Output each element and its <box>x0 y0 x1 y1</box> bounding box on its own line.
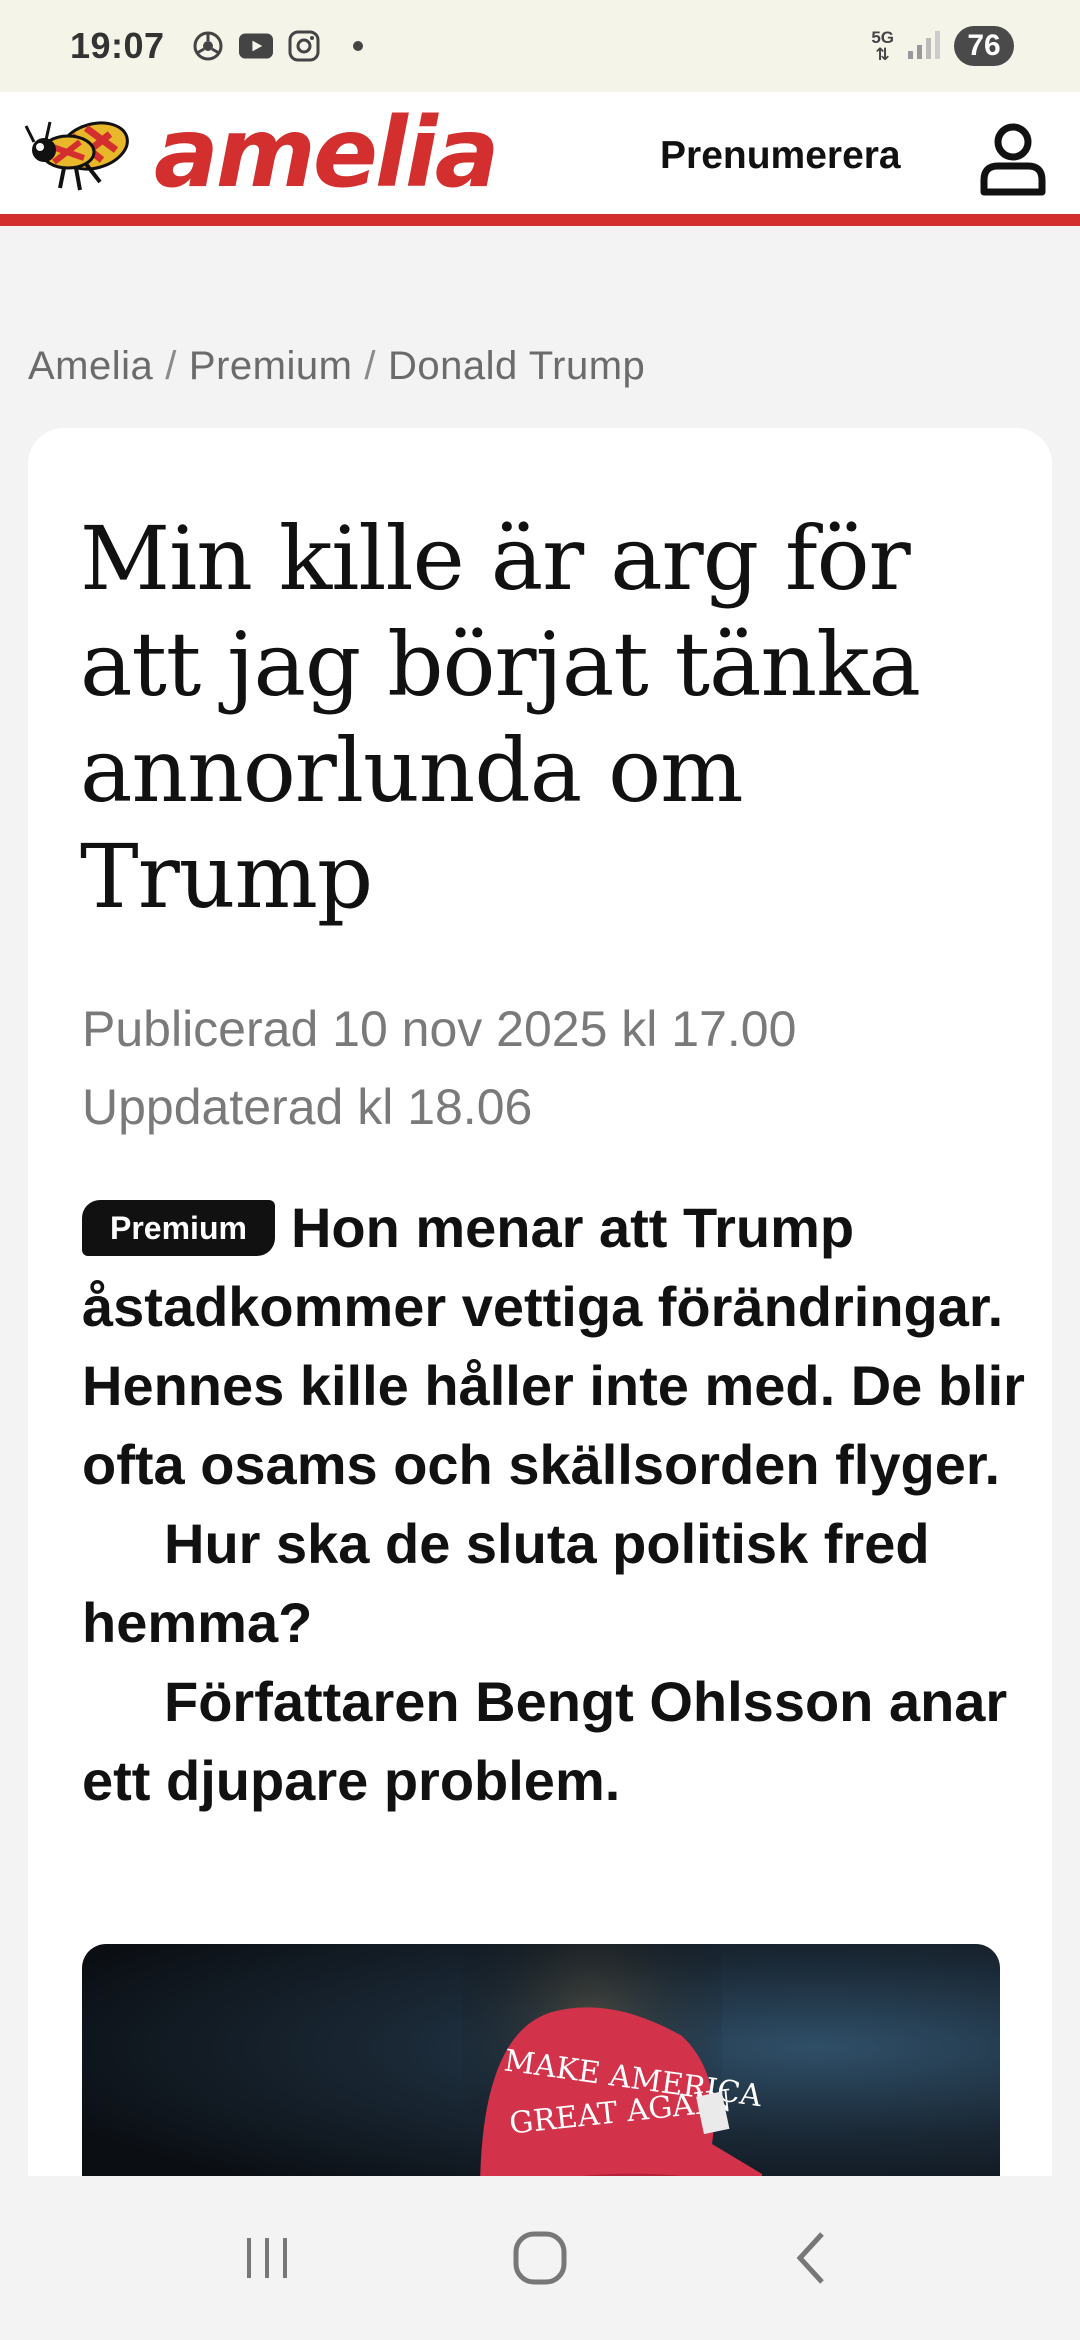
published-date: Publicerad 10 nov 2025 kl 17.00 <box>82 1001 797 1057</box>
home-icon[interactable] <box>500 2218 580 2298</box>
back-icon[interactable] <box>773 2218 853 2298</box>
network-indicator: 5G ⇅ <box>871 28 894 64</box>
battery-indicator: 76 <box>954 26 1014 66</box>
status-bar: 19:07 5G ⇅ 76 <box>0 0 1080 92</box>
subscribe-link[interactable]: Prenumerera <box>660 134 901 178</box>
hero-image[interactable]: MAKE AMERICA GREAT AGAIN <box>82 1944 1000 2188</box>
lead-paragraph: Författaren Bengt Ohlsson anar ett djupa… <box>82 1670 1008 1812</box>
amelia-logo[interactable]: amelia <box>24 105 500 202</box>
maga-cap-photo: MAKE AMERICA GREAT AGAIN <box>462 1944 764 2188</box>
logo-text: amelia <box>154 97 500 209</box>
premium-badge: Premium <box>82 1200 275 1256</box>
breadcrumb-separator: / <box>364 344 377 388</box>
article-headline: Min kille är arg för att jag börjat tänk… <box>80 507 921 928</box>
system-navigation-bar <box>0 2176 1080 2340</box>
ladybug-logo-icon <box>24 121 129 191</box>
lead-paragraph: Hur ska de sluta politisk fred hemma? <box>82 1512 930 1654</box>
signal-icon <box>908 29 940 64</box>
breadcrumb-separator: / <box>165 344 177 388</box>
breadcrumb: Amelia / Premium / Donald Trump <box>28 344 645 389</box>
instagram-icon <box>287 29 321 63</box>
lead-paragraph: Premium Hon menar att Trump åstadkommer v… <box>82 1196 1025 1496</box>
user-account-icon[interactable] <box>978 122 1048 196</box>
status-time: 19:07 <box>70 25 165 66</box>
site-header: amelia Prenumerera <box>0 92 1080 226</box>
article-card: Min kille är arg för att jag börjat tänk… <box>28 428 1052 2188</box>
updated-date: Uppdaterad kl 18.06 <box>82 1079 533 1135</box>
notification-dot <box>352 41 363 51</box>
recents-icon[interactable] <box>227 2218 307 2298</box>
breadcrumb-item-amelia[interactable]: Amelia <box>28 344 153 389</box>
breadcrumb-item-premium[interactable]: Premium <box>189 344 353 389</box>
breadcrumb-item-donald-trump[interactable]: Donald Trump <box>388 344 645 389</box>
chrome-icon <box>191 29 225 63</box>
status-app-icons <box>191 29 363 63</box>
youtube-icon <box>238 29 273 63</box>
article-lead: Premium Hon menar att Trump åstadkommer v… <box>82 1188 1032 1820</box>
article-meta: Publicerad 10 nov 2025 kl 17.00 Uppdater… <box>82 990 796 1146</box>
